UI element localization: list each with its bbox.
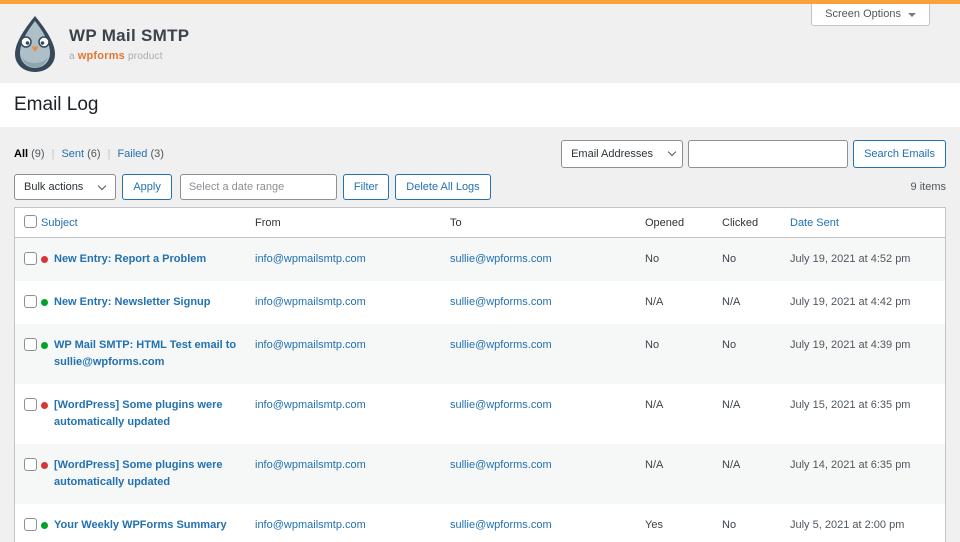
date-sent-value: July 19, 2021 at 4:52 pm bbox=[790, 251, 945, 268]
table-row: New Entry: Newsletter Signup info@wpmail… bbox=[15, 281, 945, 324]
date-sent-value: July 14, 2021 at 6:35 pm bbox=[790, 457, 945, 474]
delete-all-logs-button[interactable]: Delete All Logs bbox=[395, 174, 490, 200]
to-email-link[interactable]: sullie@wpforms.com bbox=[450, 459, 552, 471]
status-dot bbox=[41, 522, 48, 529]
table-body: New Entry: Report a Problem info@wpmails… bbox=[15, 238, 945, 542]
to-email-link[interactable]: sullie@wpforms.com bbox=[450, 519, 552, 531]
clicked-value: No bbox=[722, 251, 790, 268]
email-subject-link[interactable]: New Entry: Newsletter Signup bbox=[54, 294, 210, 311]
email-addresses-select[interactable]: Email Addresses bbox=[561, 140, 683, 168]
view-filter-sent[interactable]: Sent (6) bbox=[61, 148, 117, 160]
view-filters: All (9)Sent (6)Failed (3) bbox=[14, 148, 164, 160]
row-checkbox[interactable] bbox=[24, 338, 37, 351]
status-dot bbox=[41, 462, 48, 469]
row-checkbox[interactable] bbox=[24, 252, 37, 265]
row-checkbox[interactable] bbox=[24, 295, 37, 308]
email-subject-link[interactable]: New Entry: Report a Problem bbox=[54, 251, 206, 268]
opened-value: N/A bbox=[645, 294, 722, 311]
content-area: All (9)Sent (6)Failed (3) Email Addresse… bbox=[0, 127, 960, 542]
opened-value: N/A bbox=[645, 397, 722, 414]
screen-options-button[interactable]: Screen Options bbox=[811, 4, 930, 26]
email-addresses-select-value: Email Addresses bbox=[571, 148, 653, 160]
column-header-clicked: Clicked bbox=[722, 217, 790, 229]
screen-options-label: Screen Options bbox=[825, 8, 901, 20]
apply-button[interactable]: Apply bbox=[122, 174, 172, 200]
clicked-value: No bbox=[722, 517, 790, 534]
opened-value: No bbox=[645, 337, 722, 354]
clicked-value: N/A bbox=[722, 294, 790, 311]
select-all-checkbox[interactable] bbox=[24, 215, 37, 228]
table-header-row: Subject From To Opened Clicked Date Sent bbox=[15, 208, 945, 238]
to-email-link[interactable]: sullie@wpforms.com bbox=[450, 339, 552, 351]
column-header-to: To bbox=[450, 217, 645, 229]
view-filter-all[interactable]: All (9) bbox=[14, 148, 61, 160]
tagline: a wpforms product bbox=[69, 50, 189, 62]
from-email-link[interactable]: info@wpmailsmtp.com bbox=[255, 339, 366, 351]
table-row: [WordPress] Some plugins were automatica… bbox=[15, 384, 945, 444]
wpforms-brand: wpforms bbox=[78, 50, 125, 62]
from-email-link[interactable]: info@wpmailsmtp.com bbox=[255, 399, 366, 411]
date-sent-value: July 19, 2021 at 4:42 pm bbox=[790, 294, 945, 311]
email-log-table: Subject From To Opened Clicked Date Sent… bbox=[14, 207, 946, 542]
to-email-link[interactable]: sullie@wpforms.com bbox=[450, 399, 552, 411]
chevron-down-icon bbox=[98, 181, 106, 189]
date-sent-value: July 15, 2021 at 6:35 pm bbox=[790, 397, 945, 414]
row-checkbox[interactable] bbox=[24, 458, 37, 471]
date-sent-value: July 19, 2021 at 4:39 pm bbox=[790, 337, 945, 354]
opened-value: Yes bbox=[645, 517, 722, 534]
chevron-down-icon bbox=[908, 13, 916, 17]
items-count: 9 items bbox=[911, 181, 946, 193]
status-dot bbox=[41, 342, 48, 349]
from-email-link[interactable]: info@wpmailsmtp.com bbox=[255, 253, 366, 265]
email-subject-link[interactable]: WP Mail SMTP: HTML Test email to sullie@… bbox=[54, 337, 243, 371]
filter-button[interactable]: Filter bbox=[343, 174, 389, 200]
view-filter-failed[interactable]: Failed (3) bbox=[117, 148, 163, 160]
chevron-down-icon bbox=[668, 148, 676, 156]
email-subject-link[interactable]: [WordPress] Some plugins were automatica… bbox=[54, 457, 243, 491]
from-email-link[interactable]: info@wpmailsmtp.com bbox=[255, 459, 366, 471]
table-row: New Entry: Report a Problem info@wpmails… bbox=[15, 238, 945, 281]
row-checkbox[interactable] bbox=[24, 518, 37, 531]
to-email-link[interactable]: sullie@wpforms.com bbox=[450, 296, 552, 308]
opened-value: N/A bbox=[645, 457, 722, 474]
bulk-actions-select[interactable]: Bulk actions bbox=[14, 174, 116, 200]
search-input[interactable] bbox=[688, 140, 848, 168]
email-subject-link[interactable]: [WordPress] Some plugins were automatica… bbox=[54, 397, 243, 431]
column-header-from: From bbox=[255, 217, 450, 229]
date-sent-value: July 5, 2021 at 2:00 pm bbox=[790, 517, 945, 534]
column-header-subject[interactable]: Subject bbox=[41, 217, 255, 229]
opened-value: No bbox=[645, 251, 722, 268]
clicked-value: N/A bbox=[722, 397, 790, 414]
status-dot bbox=[41, 402, 48, 409]
status-dot bbox=[41, 256, 48, 263]
table-row: WP Mail SMTP: HTML Test email to sullie@… bbox=[15, 324, 945, 384]
title-band: Email Log bbox=[0, 83, 960, 127]
app-title: WP Mail SMTP bbox=[69, 26, 189, 46]
from-email-link[interactable]: info@wpmailsmtp.com bbox=[255, 296, 366, 308]
clicked-value: No bbox=[722, 337, 790, 354]
bulk-actions-select-value: Bulk actions bbox=[24, 181, 83, 193]
clicked-value: N/A bbox=[722, 457, 790, 474]
date-range-input[interactable] bbox=[180, 174, 337, 200]
to-email-link[interactable]: sullie@wpforms.com bbox=[450, 253, 552, 265]
table-row: Your Weekly WPForms Summary info@wpmails… bbox=[15, 504, 945, 542]
from-email-link[interactable]: info@wpmailsmtp.com bbox=[255, 519, 366, 531]
column-header-date-sent[interactable]: Date Sent bbox=[790, 217, 945, 229]
row-checkbox[interactable] bbox=[24, 398, 37, 411]
status-dot bbox=[41, 299, 48, 306]
table-row: [WordPress] Some plugins were automatica… bbox=[15, 444, 945, 504]
tagline-prefix: a bbox=[69, 51, 75, 62]
email-subject-link[interactable]: Your Weekly WPForms Summary bbox=[54, 517, 227, 534]
tagline-suffix: product bbox=[128, 51, 163, 62]
column-header-opened: Opened bbox=[645, 217, 722, 229]
search-emails-button[interactable]: Search Emails bbox=[853, 140, 946, 168]
wp-mail-smtp-pigeon-logo-icon bbox=[12, 15, 58, 73]
page-title: Email Log bbox=[14, 94, 99, 116]
